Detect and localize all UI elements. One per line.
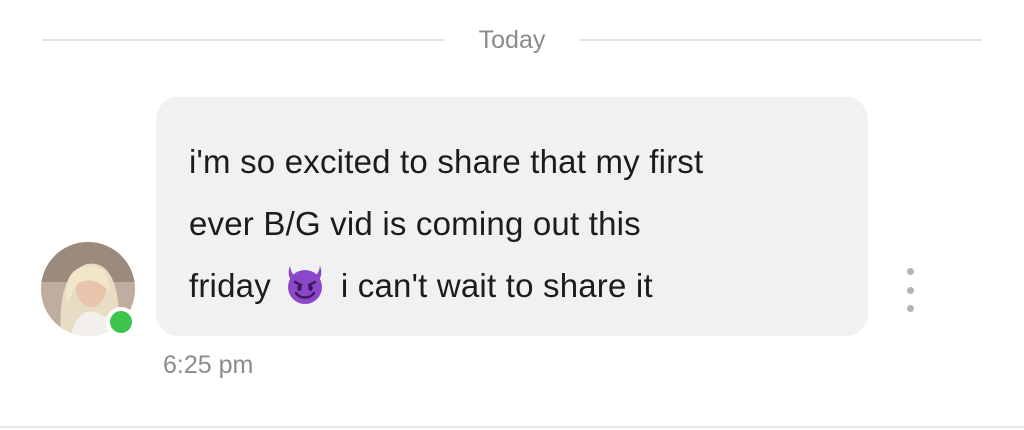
more-dot-icon [906, 286, 914, 294]
day-divider: Today [42, 22, 982, 58]
online-status-indicator [106, 307, 136, 337]
message-line-2: ever B/G vid is coming out this [189, 205, 641, 242]
message-more-options-button[interactable] [898, 268, 922, 312]
more-dot-icon [906, 305, 914, 312]
message-line-1: i'm so excited to share that my first [189, 143, 704, 180]
more-dot-icon [906, 268, 914, 275]
smiling-face-with-horns-icon [283, 262, 327, 306]
message-text: i'm so excited to share that my first ev… [189, 131, 838, 317]
day-divider-label: Today [478, 26, 546, 54]
bottom-divider [0, 426, 1024, 428]
message-timestamp: 6:25 pm [163, 351, 254, 379]
chat-screen: Today i'm so excited to share that my fi… [0, 0, 1024, 430]
divider-line-right [579, 39, 982, 41]
divider-line-left [42, 39, 445, 41]
message-bubble[interactable]: i'm so excited to share that my first ev… [156, 97, 868, 336]
message-line-3-end: i can't wait to share it [340, 267, 653, 304]
message-line-3-start: friday [189, 267, 271, 304]
